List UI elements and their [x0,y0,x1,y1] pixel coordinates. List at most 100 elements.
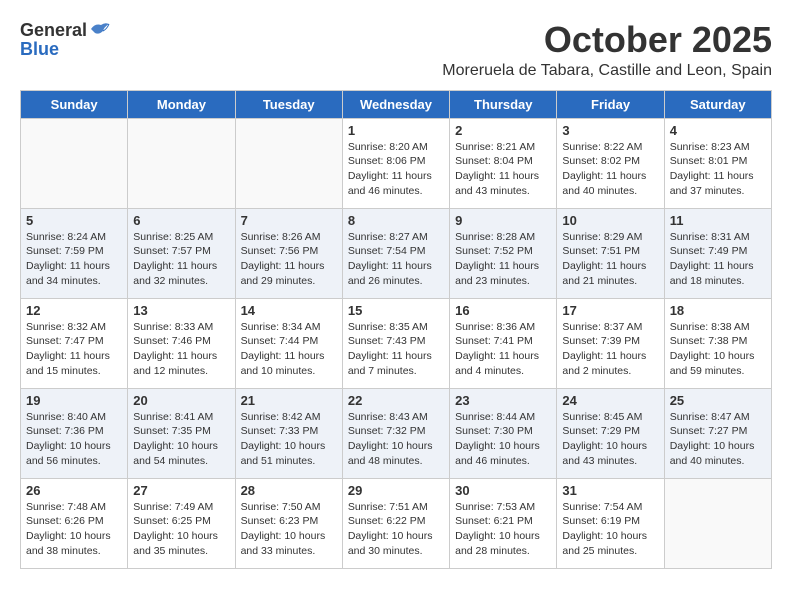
day-info: Sunrise: 8:41 AM Sunset: 7:35 PM Dayligh… [133,410,229,469]
calendar-cell: 2 Sunrise: 8:21 AM Sunset: 8:04 PM Daylig… [450,118,557,208]
calendar-cell: 26 Sunrise: 7:48 AM Sunset: 6:26 PM Dayli… [21,478,128,568]
day-number: 28 [241,483,337,498]
day-info: Sunrise: 8:28 AM Sunset: 7:52 PM Dayligh… [455,230,551,289]
calendar-cell: 17 Sunrise: 8:37 AM Sunset: 7:39 PM Dayli… [557,298,664,388]
calendar-cell: 28 Sunrise: 7:50 AM Sunset: 6:23 PM Dayli… [235,478,342,568]
day-number: 18 [670,303,766,318]
day-number: 7 [241,213,337,228]
day-number: 14 [241,303,337,318]
calendar-week-row: 12Sunrise: 8:32 AM Sunset: 7:47 PM Dayli… [21,298,772,388]
day-header-tuesday: Tuesday [235,90,342,118]
calendar-cell: 5Sunrise: 8:24 AM Sunset: 7:59 PM Daylig… [21,208,128,298]
day-number: 4 [670,123,766,138]
day-info: Sunrise: 8:26 AM Sunset: 7:56 PM Dayligh… [241,230,337,289]
day-number: 20 [133,393,229,408]
day-info: Sunrise: 7:49 AM Sunset: 6:25 PM Dayligh… [133,500,229,559]
day-info: Sunrise: 7:50 AM Sunset: 6:23 PM Dayligh… [241,500,337,559]
day-number: 2 [455,123,551,138]
logo: General Blue [20,20,111,60]
day-info: Sunrise: 8:34 AM Sunset: 7:44 PM Dayligh… [241,320,337,379]
day-number: 8 [348,213,444,228]
day-info: Sunrise: 7:51 AM Sunset: 6:22 PM Dayligh… [348,500,444,559]
title-block: October 2025 Moreruela de Tabara, Castil… [111,20,772,80]
calendar-cell: 9 Sunrise: 8:28 AM Sunset: 7:52 PM Daylig… [450,208,557,298]
day-info: Sunrise: 8:40 AM Sunset: 7:36 PM Dayligh… [26,410,122,469]
day-number: 25 [670,393,766,408]
day-info: Sunrise: 7:53 AM Sunset: 6:21 PM Dayligh… [455,500,551,559]
day-header-friday: Friday [557,90,664,118]
day-number: 21 [241,393,337,408]
calendar-cell: 23 Sunrise: 8:44 AM Sunset: 7:30 PM Dayli… [450,388,557,478]
calendar-cell [21,118,128,208]
day-info: Sunrise: 8:24 AM Sunset: 7:59 PM Dayligh… [26,230,122,289]
calendar-cell: 11 Sunrise: 8:31 AM Sunset: 7:49 PM Dayli… [664,208,771,298]
day-info: Sunrise: 8:20 AM Sunset: 8:06 PM Dayligh… [348,140,444,199]
day-info: Sunrise: 8:37 AM Sunset: 7:39 PM Dayligh… [562,320,658,379]
day-header-wednesday: Wednesday [342,90,449,118]
day-info: Sunrise: 8:44 AM Sunset: 7:30 PM Dayligh… [455,410,551,469]
day-info: Sunrise: 8:36 AM Sunset: 7:41 PM Dayligh… [455,320,551,379]
day-info: Sunrise: 8:35 AM Sunset: 7:43 PM Dayligh… [348,320,444,379]
calendar-cell: 19 Sunrise: 8:40 AM Sunset: 7:36 PM Dayli… [21,388,128,478]
calendar-cell: 15Sunrise: 8:35 AM Sunset: 7:43 PM Dayli… [342,298,449,388]
day-info: Sunrise: 8:42 AM Sunset: 7:33 PM Dayligh… [241,410,337,469]
calendar-cell: 12Sunrise: 8:32 AM Sunset: 7:47 PM Dayli… [21,298,128,388]
day-header-monday: Monday [128,90,235,118]
calendar-cell: 10Sunrise: 8:29 AM Sunset: 7:51 PM Dayli… [557,208,664,298]
day-number: 27 [133,483,229,498]
day-number: 11 [670,213,766,228]
calendar-cell: 21 Sunrise: 8:42 AM Sunset: 7:33 PM Dayli… [235,388,342,478]
calendar-cell: 16 Sunrise: 8:36 AM Sunset: 7:41 PM Dayli… [450,298,557,388]
day-info: Sunrise: 8:45 AM Sunset: 7:29 PM Dayligh… [562,410,658,469]
day-header-thursday: Thursday [450,90,557,118]
day-number: 19 [26,393,122,408]
day-info: Sunrise: 8:32 AM Sunset: 7:47 PM Dayligh… [26,320,122,379]
logo-bird-icon [89,21,111,37]
day-number: 3 [562,123,658,138]
calendar-cell [235,118,342,208]
header: General Blue October 2025 Moreruela de T… [20,20,772,80]
day-info: Sunrise: 8:21 AM Sunset: 8:04 PM Dayligh… [455,140,551,199]
day-number: 22 [348,393,444,408]
calendar-title: October 2025 [131,20,772,60]
day-info: Sunrise: 8:47 AM Sunset: 7:27 PM Dayligh… [670,410,766,469]
day-info: Sunrise: 7:48 AM Sunset: 6:26 PM Dayligh… [26,500,122,559]
calendar-cell: 14 Sunrise: 8:34 AM Sunset: 7:44 PM Dayli… [235,298,342,388]
calendar-cell: 20 Sunrise: 8:41 AM Sunset: 7:35 PM Dayli… [128,388,235,478]
day-number: 1 [348,123,444,138]
day-number: 29 [348,483,444,498]
day-info: Sunrise: 8:27 AM Sunset: 7:54 PM Dayligh… [348,230,444,289]
calendar-cell [664,478,771,568]
calendar-week-row: 26 Sunrise: 7:48 AM Sunset: 6:26 PM Dayli… [21,478,772,568]
calendar-cell: 7 Sunrise: 8:26 AM Sunset: 7:56 PM Daylig… [235,208,342,298]
day-info: Sunrise: 8:31 AM Sunset: 7:49 PM Dayligh… [670,230,766,289]
calendar-cell: 6Sunrise: 8:25 AM Sunset: 7:57 PM Daylig… [128,208,235,298]
day-info: Sunrise: 8:33 AM Sunset: 7:46 PM Dayligh… [133,320,229,379]
calendar-cell: 24Sunrise: 8:45 AM Sunset: 7:29 PM Dayli… [557,388,664,478]
day-number: 10 [562,213,658,228]
calendar-cell: 25 Sunrise: 8:47 AM Sunset: 7:27 PM Dayli… [664,388,771,478]
day-number: 23 [455,393,551,408]
day-number: 16 [455,303,551,318]
logo-blue-text: Blue [20,39,59,60]
calendar-cell: 8 Sunrise: 8:27 AM Sunset: 7:54 PM Daylig… [342,208,449,298]
day-number: 9 [455,213,551,228]
calendar-cell: 1 Sunrise: 8:20 AM Sunset: 8:06 PM Daylig… [342,118,449,208]
day-number: 13 [133,303,229,318]
day-info: Sunrise: 8:38 AM Sunset: 7:38 PM Dayligh… [670,320,766,379]
calendar-table: SundayMondayTuesdayWednesdayThursdayFrid… [20,90,772,569]
day-number: 6 [133,213,229,228]
calendar-cell: 13 Sunrise: 8:33 AM Sunset: 7:46 PM Dayli… [128,298,235,388]
calendar-cell: 4 Sunrise: 8:23 AM Sunset: 8:01 PM Daylig… [664,118,771,208]
day-number: 26 [26,483,122,498]
day-info: Sunrise: 8:22 AM Sunset: 8:02 PM Dayligh… [562,140,658,199]
day-header-sunday: Sunday [21,90,128,118]
day-number: 31 [562,483,658,498]
day-info: Sunrise: 7:54 AM Sunset: 6:19 PM Dayligh… [562,500,658,559]
day-info: Sunrise: 8:23 AM Sunset: 8:01 PM Dayligh… [670,140,766,199]
calendar-cell [128,118,235,208]
day-info: Sunrise: 8:43 AM Sunset: 7:32 PM Dayligh… [348,410,444,469]
calendar-cell: 31 Sunrise: 7:54 AM Sunset: 6:19 PM Dayli… [557,478,664,568]
day-number: 17 [562,303,658,318]
calendar-subtitle: Moreruela de Tabara, Castille and Leon, … [131,62,772,80]
